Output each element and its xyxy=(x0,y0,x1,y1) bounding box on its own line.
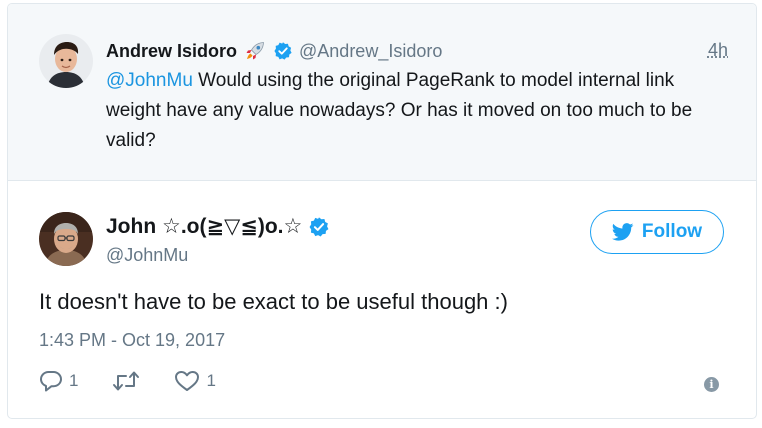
parent-tweet-header: Andrew Isidoro @Andrew_Isidoro xyxy=(106,38,442,64)
retweet-button[interactable] xyxy=(112,370,140,392)
john-avatar[interactable] xyxy=(39,212,93,266)
tweet-actions: 1 1 xyxy=(39,370,250,392)
verified-badge-icon xyxy=(308,216,330,238)
author-handle[interactable]: @JohnMu xyxy=(106,245,188,266)
info-icon[interactable]: i xyxy=(704,377,719,392)
author-handle[interactable]: @Andrew_Isidoro xyxy=(299,41,442,62)
heart-icon xyxy=(174,370,200,392)
follow-label: Follow xyxy=(641,221,703,242)
reply-icon xyxy=(39,370,63,392)
tweet-timestamp[interactable]: 4h xyxy=(708,40,728,61)
main-author-row: John ☆.o(≧▽≦)o.☆ xyxy=(106,214,330,239)
like-button[interactable]: 1 xyxy=(174,370,216,392)
like-count: 1 xyxy=(206,371,216,390)
mention-link[interactable]: @JohnMu xyxy=(106,70,193,91)
verified-badge-icon xyxy=(273,41,293,61)
twitter-bird-icon xyxy=(611,223,634,241)
follow-button[interactable]: Follow xyxy=(590,210,724,254)
reply-count: 1 xyxy=(69,371,79,390)
tweet-date[interactable]: 1:43 PM - Oct 19, 2017 xyxy=(39,330,225,351)
rocket-icon xyxy=(243,39,267,63)
parent-tweet-body: Would using the original PageRank to mod… xyxy=(106,70,693,151)
parent-tweet-text: @JohnMu Would using the original PageRan… xyxy=(106,66,716,156)
parent-tweet[interactable]: Andrew Isidoro @Andrew_Isidoro 4h @JohnM… xyxy=(8,4,756,181)
tweet-embed-card: Andrew Isidoro @Andrew_Isidoro 4h @JohnM… xyxy=(7,3,757,419)
tweet-text: It doesn't have to be exact to be useful… xyxy=(39,289,508,314)
retweet-icon xyxy=(112,370,140,392)
reply-button[interactable]: 1 xyxy=(39,370,78,392)
author-name[interactable]: Andrew Isidoro xyxy=(106,41,237,62)
andrew-avatar[interactable] xyxy=(39,34,93,88)
author-name[interactable]: John ☆.o(≧▽≦)o.☆ xyxy=(106,214,302,239)
